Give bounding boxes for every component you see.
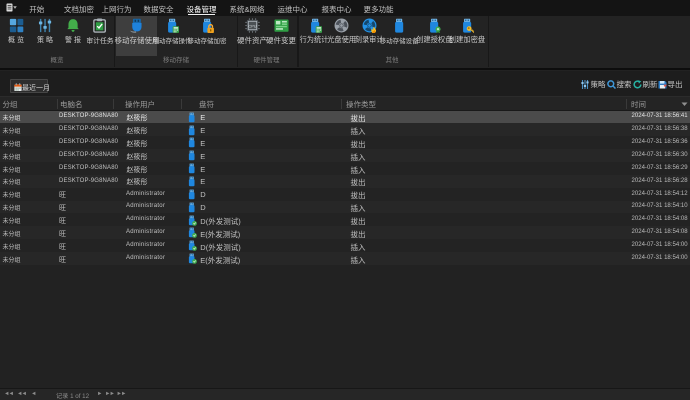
svg-text:CPU: CPU	[248, 24, 256, 29]
